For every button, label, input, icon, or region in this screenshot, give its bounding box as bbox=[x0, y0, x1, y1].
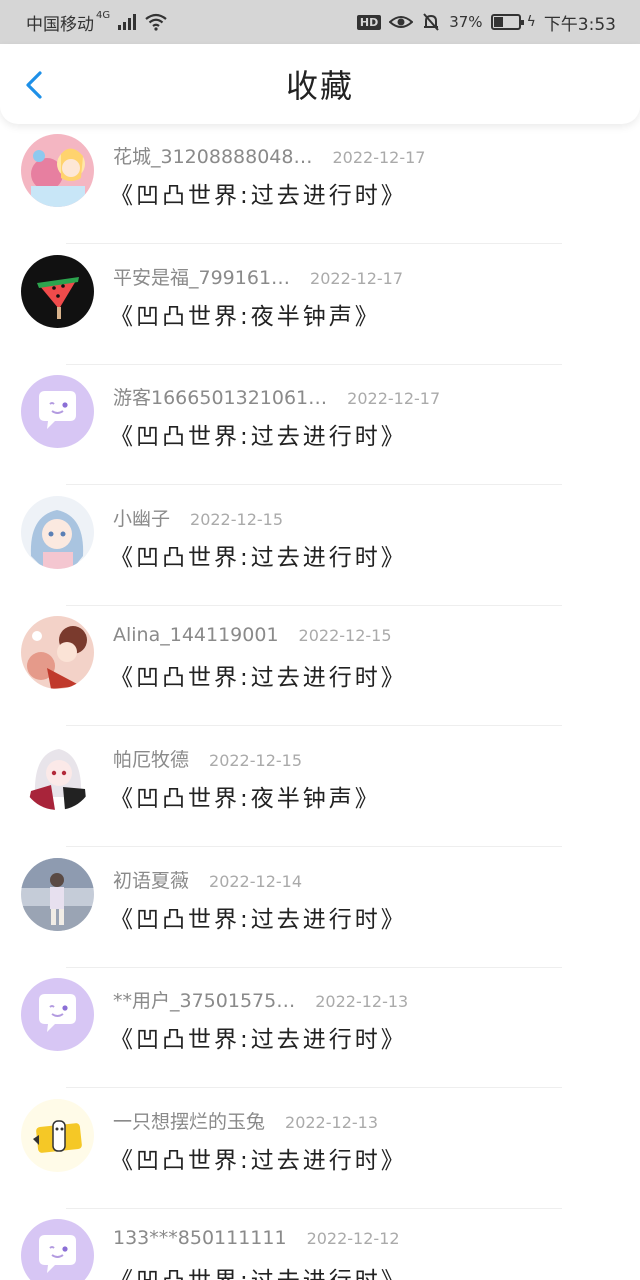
avatar[interactable] bbox=[21, 1098, 94, 1172]
item-meta: 花城_31208888048… 2022-12-17 bbox=[113, 142, 425, 169]
username: 小幽子 bbox=[113, 507, 171, 530]
status-bar: 中国移动 4G HD 37% ϟ 下午3:53 bbox=[0, 0, 640, 44]
bell-mute-icon bbox=[423, 13, 439, 31]
item-meta: 初语夏薇 2022-12-14 bbox=[113, 866, 302, 893]
wifi-icon bbox=[145, 13, 167, 31]
chevron-left-icon[interactable] bbox=[20, 70, 50, 100]
anime-avatar-white-hair bbox=[21, 737, 94, 810]
date: 2022-12-17 bbox=[332, 148, 426, 167]
photo-avatar-girl bbox=[21, 857, 94, 931]
date: 2022-12-12 bbox=[306, 1229, 400, 1249]
app-header: 收藏 bbox=[0, 44, 640, 124]
item-meta: **用户_37501575… 2022-12-13 bbox=[113, 986, 408, 1013]
anime-avatar-blue-hair bbox=[21, 495, 94, 569]
list-item[interactable]: **用户_37501575… 2022-12-13 《凹凸世界:过去进行时》 bbox=[0, 968, 640, 1089]
username: 平安是福_799161… bbox=[113, 266, 291, 289]
item-meta: 平安是福_799161… 2022-12-17 bbox=[113, 263, 403, 290]
work-title: 《凹凸世界:过去进行时》 bbox=[110, 424, 407, 451]
list-item[interactable]: 小幽子 2022-12-15 《凹凸世界:过去进行时》 bbox=[0, 486, 640, 606]
item-meta: 帕厄牧德 2022-12-15 bbox=[113, 745, 302, 772]
username: 初语夏薇 bbox=[113, 869, 190, 892]
item-meta: 一只想摆烂的玉兔 2022-12-13 bbox=[113, 1107, 378, 1134]
avatar[interactable] bbox=[21, 616, 94, 690]
work-title: 《凹凸世界:过去进行时》 bbox=[110, 665, 407, 692]
username: 133***850111111 bbox=[113, 1227, 287, 1250]
work-title: 《凹凸世界:夜半钟声》 bbox=[110, 786, 381, 812]
date: 2022-12-15 bbox=[190, 509, 283, 529]
username: 游客1666501321061… bbox=[113, 387, 328, 410]
item-meta: 游客1666501321061… 2022-12-17 bbox=[113, 383, 440, 410]
date: 2022-12-15 bbox=[209, 751, 302, 770]
clock: 下午3:53 bbox=[543, 14, 616, 35]
list-item[interactable]: 133***850111111 2022-12-12 《凹凸世界:过去进行时》 bbox=[0, 1209, 640, 1280]
list-item[interactable]: Alina_144119001 2022-12-15 《凹凸世界:过去进行时》 bbox=[0, 606, 640, 727]
work-title: 《凹凸世界:过去进行时》 bbox=[110, 1027, 407, 1054]
list-item[interactable]: 一只想摆烂的玉兔 2022-12-13 《凹凸世界:过去进行时》 bbox=[0, 1089, 640, 1209]
battery-percent: 37% bbox=[449, 13, 483, 31]
default-chat-bubble-avatar bbox=[21, 375, 94, 449]
list-item[interactable]: 帕厄牧德 2022-12-15 《凹凸世界:夜半钟声》 bbox=[0, 727, 640, 847]
default-chat-bubble-avatar bbox=[21, 978, 94, 1052]
default-chat-bubble-avatar bbox=[21, 1219, 94, 1280]
item-meta: Alina_144119001 2022-12-15 bbox=[113, 624, 392, 646]
signal-icon bbox=[118, 14, 137, 30]
username: **用户_37501575… bbox=[113, 990, 296, 1013]
avatar[interactable] bbox=[21, 857, 94, 931]
avatar[interactable] bbox=[21, 1219, 94, 1280]
work-title: 《凹凸世界:过去进行时》 bbox=[110, 544, 407, 571]
anime-avatar-pink bbox=[21, 134, 94, 207]
avatar[interactable] bbox=[21, 375, 94, 449]
date: 2022-12-17 bbox=[310, 268, 404, 288]
page-title: 收藏 bbox=[285, 67, 354, 105]
anime-avatar-red bbox=[21, 616, 94, 690]
work-title: 《凹凸世界:夜半钟声》 bbox=[110, 303, 381, 330]
avatar[interactable] bbox=[21, 495, 94, 569]
date: 2022-12-14 bbox=[209, 871, 302, 891]
watermelon-popsicle-avatar bbox=[21, 254, 94, 328]
username: Alina_144119001 bbox=[113, 624, 279, 647]
work-title: 《凹凸世界:过去进行时》 bbox=[110, 1261, 407, 1280]
username: 一只想摆烂的玉兔 bbox=[113, 1110, 266, 1133]
work-title: 《凹凸世界:过去进行时》 bbox=[110, 1147, 407, 1174]
date: 2022-12-13 bbox=[315, 992, 409, 1012]
network-type: 4G bbox=[96, 9, 111, 21]
hd-badge: HD bbox=[356, 14, 382, 30]
item-meta: 133***850111111 2022-12-12 bbox=[113, 1227, 400, 1249]
list-item[interactable]: 初语夏薇 2022-12-14 《凹凸世界:过去进行时》 bbox=[0, 848, 640, 968]
date: 2022-12-17 bbox=[347, 389, 441, 409]
eye-icon bbox=[389, 16, 414, 28]
username: 帕厄牧德 bbox=[113, 749, 190, 771]
date: 2022-12-13 bbox=[285, 1112, 378, 1132]
work-title: 《凹凸世界:过去进行时》 bbox=[110, 906, 407, 933]
carrier-name: 中国移动 bbox=[26, 14, 94, 35]
item-meta: 小幽子 2022-12-15 bbox=[113, 504, 283, 531]
list-item[interactable]: 游客1666501321061… 2022-12-17 《凹凸世界:过去进行时》 bbox=[0, 365, 640, 486]
list-item[interactable]: 花城_31208888048… 2022-12-17 《凹凸世界:过去进行时》 bbox=[0, 124, 640, 244]
status-left: 中国移动 4G bbox=[26, 10, 168, 35]
work-title: 《凹凸世界:过去进行时》 bbox=[110, 183, 407, 209]
status-right: HD 37% ϟ 下午3:53 bbox=[356, 10, 616, 35]
avatar[interactable] bbox=[21, 978, 94, 1052]
avatar[interactable] bbox=[21, 254, 94, 328]
rabbit-sticker-avatar bbox=[21, 1098, 94, 1172]
list-item[interactable]: 平安是福_799161… 2022-12-17 《凹凸世界:夜半钟声》 bbox=[0, 245, 640, 365]
avatar[interactable] bbox=[21, 134, 94, 207]
favorites-list: 花城_31208888048… 2022-12-17 《凹凸世界:过去进行时》 平安是… bbox=[0, 124, 640, 1280]
charging-bolt-icon: ϟ bbox=[526, 14, 536, 30]
battery-icon bbox=[490, 14, 524, 30]
date: 2022-12-15 bbox=[298, 626, 392, 646]
username: 花城_31208888048… bbox=[113, 146, 313, 168]
avatar[interactable] bbox=[21, 737, 94, 810]
